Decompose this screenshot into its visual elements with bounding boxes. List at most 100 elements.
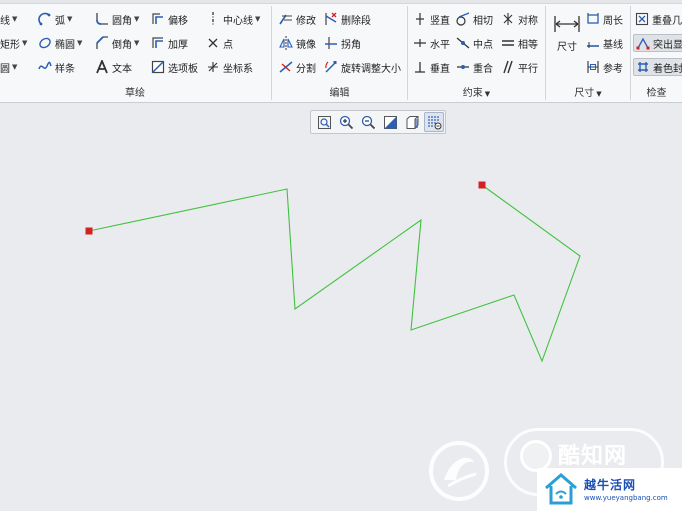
chevron-down-icon[interactable]: ▼ [134,15,139,23]
sketch-chain-left[interactable] [88,184,581,363]
modify-tool[interactable]: 修改 [279,10,316,28]
delete-segment-tool[interactable]: 删除段 [324,10,371,28]
thicken-tool[interactable]: 加厚 [151,34,188,52]
text-a-icon [95,60,109,74]
point-x-icon [206,36,220,50]
perimeter-tool[interactable]: 周长 [586,10,623,28]
horizontal-constraint-label: 水平 [430,39,450,51]
chamfer-tool-label: 倒角 [112,39,132,51]
edit-group-label: 编辑 [329,88,350,99]
coordsys-tool[interactable]: 坐标系 [206,58,253,76]
edit-group: 修改 镜像 分割 删除段 拐角 旋转调整大小 编辑 [272,4,407,102]
constrain-group: 竖直 水平 垂直 相切 中点 重合 对称 相等 平行 约束 ▼ [408,4,545,102]
dimension-tool-label: 尺寸 [557,42,577,53]
chamfer-tool[interactable]: 倒角 ▼ [95,34,139,52]
equal-constraint[interactable]: 相等 [501,34,538,52]
chevron-down-icon[interactable]: ▼ [67,15,72,23]
delete-segment-icon [324,12,338,26]
dimension-tool[interactable]: 尺寸 [551,14,583,53]
open-end-marker[interactable] [478,181,486,189]
sketch-display-filter-button[interactable] [424,112,444,132]
delete-segment-tool-label: 删除段 [341,15,371,27]
palette-tool[interactable]: 选项板 [151,58,198,76]
symmetric-constraint-label: 对称 [518,15,538,27]
mirror-tool-label: 镜像 [296,39,316,51]
corner-tool-label: 拐角 [341,39,361,51]
rotate-resize-icon [324,60,338,74]
vertical-constraint[interactable]: 竖直 [413,10,450,28]
horizontal-constraint-icon [413,36,427,50]
ellipse-tool[interactable]: 椭圆 ▼ [38,34,82,52]
parallel-constraint[interactable]: 平行 [501,58,538,76]
tangent-constraint[interactable]: 相切 [456,10,493,28]
parallel-icon [501,60,515,74]
chevron-down-icon[interactable]: ▼ [485,90,490,98]
dimension-group: 尺寸 周长 基线 参考 尺寸 ▼ [546,4,630,102]
point-tool[interactable]: 点 [206,34,233,52]
baseline-tool-label: 基线 [603,39,623,51]
open-end-marker[interactable] [85,227,93,235]
line-tool-label: 线 [0,15,10,27]
mirror-icon [279,36,293,50]
chevron-down-icon[interactable]: ▼ [22,39,27,47]
arc-tool[interactable]: 弧 ▼ [38,10,72,28]
circle-tool[interactable]: 圆 ▼ [0,58,17,76]
coincident-constraint[interactable]: 重合 [456,58,493,76]
corner-tool[interactable]: 拐角 [324,34,361,52]
palette-tool-label: 选项板 [168,63,198,75]
zoom-in-button[interactable] [336,112,356,132]
rotate-resize-tool-label: 旋转调整大小 [341,63,401,75]
zoom-out-button[interactable] [358,112,378,132]
highlight-open-ends-tool[interactable]: 突出显 [633,34,682,52]
thicken-icon [151,36,165,50]
spline-icon [38,60,52,74]
fillet-tool[interactable]: 圆角 ▼ [95,10,139,28]
inspect-group-label: 检查 [646,88,667,99]
chevron-down-icon[interactable]: ▼ [134,39,139,47]
spline-tool[interactable]: 样条 [38,58,75,76]
overlap-geometry-tool[interactable]: 重叠几 [635,10,682,28]
midpoint-constraint[interactable]: 中点 [456,34,493,52]
ellipse-tool-label: 椭圆 [55,39,75,51]
refit-button[interactable] [314,112,334,132]
offset-tool[interactable]: 偏移 [151,10,188,28]
symmetric-constraint[interactable]: 对称 [501,10,538,28]
chevron-down-icon[interactable]: ▼ [596,90,601,98]
ribbon-toolbar: 线 ▼ 矩形 ▼ 圆 ▼ 弧 ▼ 椭圆 ▼ 样条 圆角 ▼ 倒角 ▼ 文本 偏移… [0,0,682,103]
refit-icon [317,115,331,129]
divide-tool-label: 分割 [296,63,316,75]
perpendicular-constraint[interactable]: 垂直 [413,58,450,76]
baseline-tool[interactable]: 基线 [586,34,623,52]
tangent-constraint-label: 相切 [473,15,493,27]
repaint-button[interactable] [380,112,400,132]
coincident-constraint-label: 重合 [473,63,493,75]
chevron-down-icon[interactable]: ▼ [255,15,260,23]
line-tool[interactable]: 线 ▼ [0,10,17,28]
point-tool-label: 点 [223,39,233,51]
divide-tool[interactable]: 分割 [279,58,316,76]
reference-tool[interactable]: 参考 [586,58,623,76]
chevron-down-icon[interactable]: ▼ [77,39,82,47]
text-tool[interactable]: 文本 [95,58,132,76]
chevron-down-icon[interactable]: ▼ [12,63,17,71]
highlight-open-ends-icon [636,36,650,50]
dimension-group-label[interactable]: 尺寸 ▼ [546,84,630,99]
equal-constraint-label: 相等 [518,39,538,51]
rectangle-tool[interactable]: 矩形 ▼ [0,34,27,52]
ellipse-icon [38,36,52,50]
chevron-down-icon[interactable]: ▼ [12,15,17,23]
shade-closed-loops-tool[interactable]: 着色封 [633,58,682,76]
centerline-tool[interactable]: 中心线 ▼ [206,10,260,28]
midpoint-icon [456,36,470,50]
rectangle-tool-label: 矩形 [0,39,20,51]
rotate-resize-tool[interactable]: 旋转调整大小 [324,58,401,76]
horizontal-constraint[interactable]: 水平 [413,34,450,52]
constrain-group-label[interactable]: 约束 ▼ [408,84,545,99]
coordinate-system-icon [206,60,220,74]
mirror-tool[interactable]: 镜像 [279,34,316,52]
watermark-brand-b: 越牛活网 [584,478,637,492]
parallel-constraint-label: 平行 [518,63,538,75]
sketch-display-filter-icon [427,115,441,129]
display-style-button[interactable] [402,112,422,132]
divide-icon [279,60,293,74]
